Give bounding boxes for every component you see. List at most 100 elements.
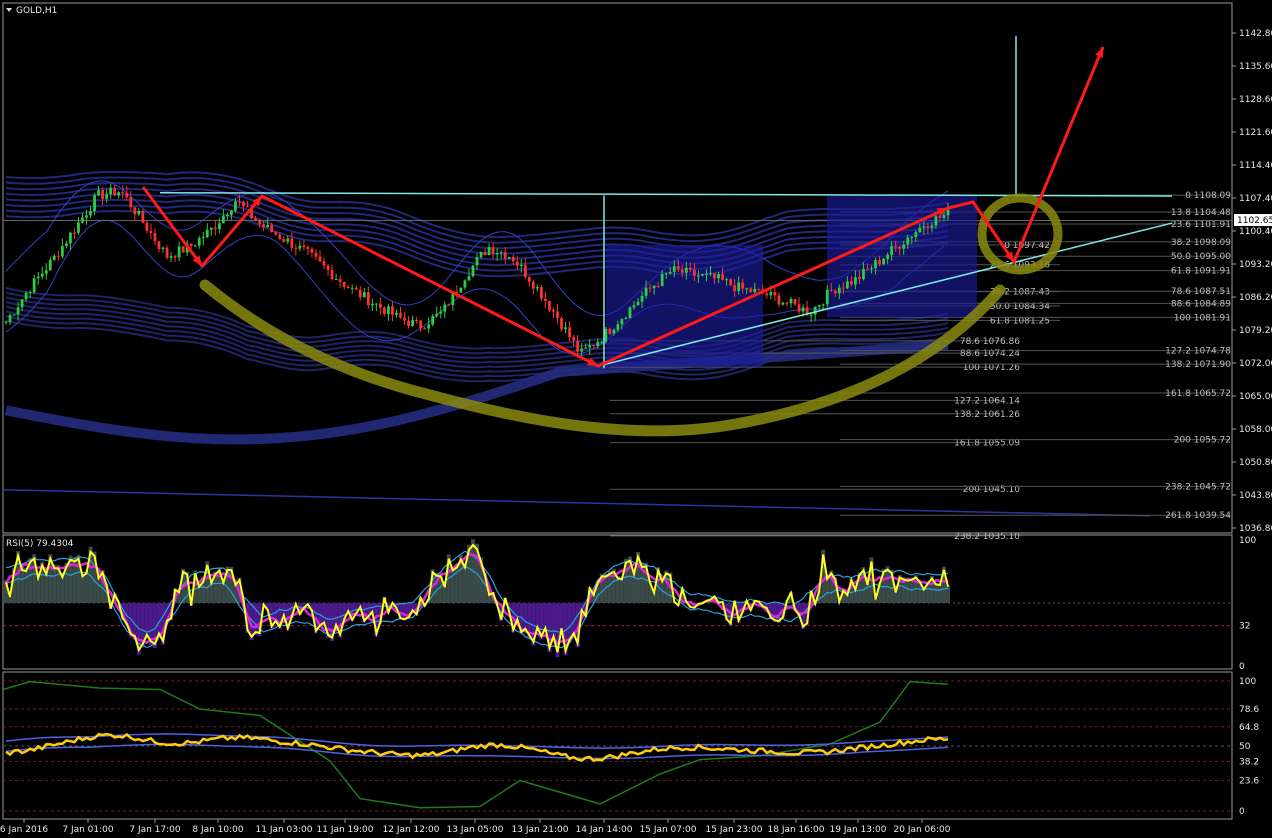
candle-body [44, 270, 48, 274]
candle-body [399, 312, 402, 318]
candle-body [242, 201, 245, 207]
candle-body [290, 238, 294, 248]
fib-right-label: 13.8 1104.48 [1171, 208, 1231, 218]
candle-body [648, 287, 652, 289]
candle-body [306, 247, 310, 249]
candle-body [930, 225, 934, 228]
stoch-level-label: 38.2 [1239, 757, 1259, 767]
fib-right-label: 23.6 1101.91 [1171, 220, 1231, 230]
candle-body [338, 279, 342, 282]
candle-body [845, 281, 849, 289]
candle-body [660, 273, 664, 286]
candle-body [350, 287, 354, 289]
candle-body [821, 304, 825, 306]
candle-body [165, 247, 169, 258]
rsi-histogram-bar [442, 585, 447, 603]
rsi-level-label: 100 [1239, 536, 1256, 546]
candle-body [793, 298, 797, 305]
candle-body [713, 273, 716, 279]
candle-body [652, 285, 656, 288]
fib-right-label: 88.6 1084.89 [1171, 299, 1231, 309]
candle-body [197, 238, 201, 246]
candle-body [548, 300, 551, 310]
candle-body [946, 209, 950, 216]
candle-body [544, 298, 547, 301]
candle-body [616, 324, 620, 330]
chart-canvas[interactable]: 78.6 1076.8688.6 1074.24100 1071.26127.2… [0, 0, 1272, 838]
rsi-histogram-bar [937, 583, 942, 603]
candle-body [28, 292, 32, 294]
stoch-level-label: 78.6 [1239, 705, 1259, 715]
candle-body [302, 245, 306, 248]
candle-body [20, 299, 24, 308]
candle-body [680, 269, 684, 273]
rsi-histogram-bar [322, 603, 327, 625]
candle-body [556, 311, 559, 319]
fib-right-label: 78.6 1087.51 [1171, 287, 1231, 297]
time-tick-label: 14 Jan 14:00 [576, 825, 633, 835]
price-tick-label: 1072.00 [1239, 359, 1272, 369]
price-tick-label: 1107.40 [1239, 194, 1272, 204]
candle-body [161, 247, 165, 249]
price-tick-label: 1065.00 [1239, 392, 1272, 402]
candle-body [97, 190, 100, 196]
fib-mid-label: 61.8 1081.25 [990, 316, 1050, 326]
candle-body [294, 247, 298, 249]
rsi-histogram-bar [20, 566, 25, 603]
candle-body [620, 318, 624, 325]
candle-body [560, 318, 563, 330]
candle-body [874, 260, 877, 269]
candle-body [942, 215, 946, 218]
candle-body [612, 329, 616, 334]
candle-body [552, 309, 555, 312]
candle-body [258, 221, 262, 225]
candle-body [475, 257, 479, 266]
rsi-histogram-bar [462, 563, 467, 603]
candle-body [415, 320, 419, 322]
candle-body [934, 216, 938, 226]
candle-body [226, 214, 229, 216]
time-tick-label: 11 Jan 19:00 [317, 825, 374, 835]
candle-body [914, 232, 918, 238]
candle-body [209, 227, 213, 230]
time-tick-label: 7 Jan 01:00 [62, 825, 114, 835]
candle-body [56, 255, 60, 257]
current-price-tag: 1102.65 [1234, 214, 1272, 226]
candle-body [12, 314, 16, 316]
candle-body [511, 256, 515, 262]
rsi-histogram-bar [905, 578, 910, 603]
stoch-level-label: 0 [1239, 807, 1245, 817]
candle-body [254, 218, 257, 222]
candle-body [463, 280, 467, 288]
candle-body [85, 215, 88, 218]
candle-body [765, 293, 769, 296]
fib-right-label: 38.2 1098.09 [1171, 238, 1231, 248]
candle-body [854, 277, 857, 285]
candle-body [113, 187, 117, 196]
candle-body [938, 216, 942, 218]
candle-body [36, 276, 40, 279]
candle-body [230, 210, 233, 215]
candle-body [769, 292, 773, 296]
candle-body [910, 237, 914, 239]
candle-body [721, 274, 724, 280]
time-tick-label: 15 Jan 23:00 [706, 825, 763, 835]
candle-body [189, 243, 193, 247]
candle-body [491, 247, 495, 254]
candle-body [387, 306, 390, 315]
rsi-histogram-bar [946, 585, 950, 603]
candle-body [604, 328, 608, 342]
candle-body [737, 282, 741, 291]
candle-body [318, 256, 322, 262]
candle-body [628, 307, 632, 318]
candle-body [8, 315, 12, 322]
time-tick-label: 15 Jan 07:00 [640, 825, 697, 835]
candle-body [572, 337, 576, 341]
price-tick-label: 1093.20 [1239, 260, 1272, 270]
time-tick-label: 6 Jan 2016 [0, 825, 48, 835]
candle-body [109, 187, 113, 195]
candle-body [725, 279, 728, 281]
candle-body [133, 207, 137, 215]
range-box-left [606, 245, 763, 367]
fib-right-label: 0 1108.09 [1185, 191, 1231, 201]
